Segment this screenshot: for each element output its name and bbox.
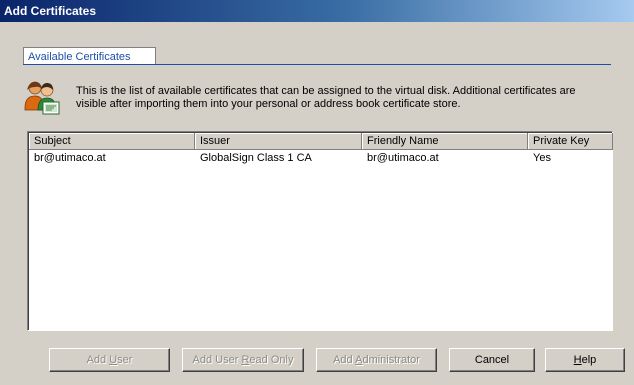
help-label-accel: H	[573, 354, 582, 366]
add-administrator-label-pre: Add	[333, 354, 356, 366]
tab-underline	[23, 64, 611, 65]
add-administrator-button[interactable]: Add Administrator	[316, 348, 437, 372]
add-certificates-dialog: Add Certificates Available Certificates …	[0, 0, 634, 385]
description-text: This is the list of available certificat…	[76, 85, 616, 111]
add-user-button[interactable]: Add User	[49, 348, 170, 372]
list-item[interactable]: br@utimaco.at GlobalSign Class 1 CA br@u…	[29, 151, 611, 165]
users-certificate-icon	[24, 81, 60, 115]
add-user-label-pre: Add	[86, 354, 110, 366]
tab-label: Available Certificates	[28, 51, 131, 63]
list-header: Subject Issuer Friendly Name Private Key	[29, 133, 613, 150]
certificates-list[interactable]: Subject Issuer Friendly Name Private Key…	[27, 131, 613, 331]
cancel-button[interactable]: Cancel	[449, 348, 535, 372]
add-user-label-accel: U	[109, 354, 118, 366]
cell-issuer: GlobalSign Class 1 CA	[200, 152, 312, 164]
description-line-2: visible after importing them into your p…	[76, 98, 461, 110]
cell-subject: br@utimaco.at	[34, 152, 106, 164]
column-header-private-key[interactable]: Private Key	[528, 133, 613, 150]
cell-friendly-name: br@utimaco.at	[367, 152, 439, 164]
add-user-read-only-button[interactable]: Add User Read Only	[182, 348, 304, 372]
help-button[interactable]: Help	[545, 348, 625, 372]
column-header-friendly-name[interactable]: Friendly Name	[362, 133, 528, 150]
add-administrator-label-post: dministrator	[362, 354, 420, 366]
column-header-subject[interactable]: Subject	[29, 133, 195, 150]
title-bar[interactable]: Add Certificates	[0, 0, 634, 22]
description-line-1: This is the list of available certificat…	[76, 85, 576, 97]
help-label-post: elp	[581, 354, 597, 366]
window-title: Add Certificates	[4, 4, 97, 18]
cell-private-key: Yes	[533, 152, 551, 164]
add-user-label-post: ser	[117, 354, 133, 366]
column-header-issuer[interactable]: Issuer	[195, 133, 362, 150]
cancel-label: Cancel	[474, 354, 510, 366]
add-user-read-only-label-post: ead Only	[249, 354, 294, 366]
add-user-read-only-label-pre: Add User	[192, 354, 242, 366]
tab-available-certificates[interactable]: Available Certificates	[23, 47, 156, 65]
